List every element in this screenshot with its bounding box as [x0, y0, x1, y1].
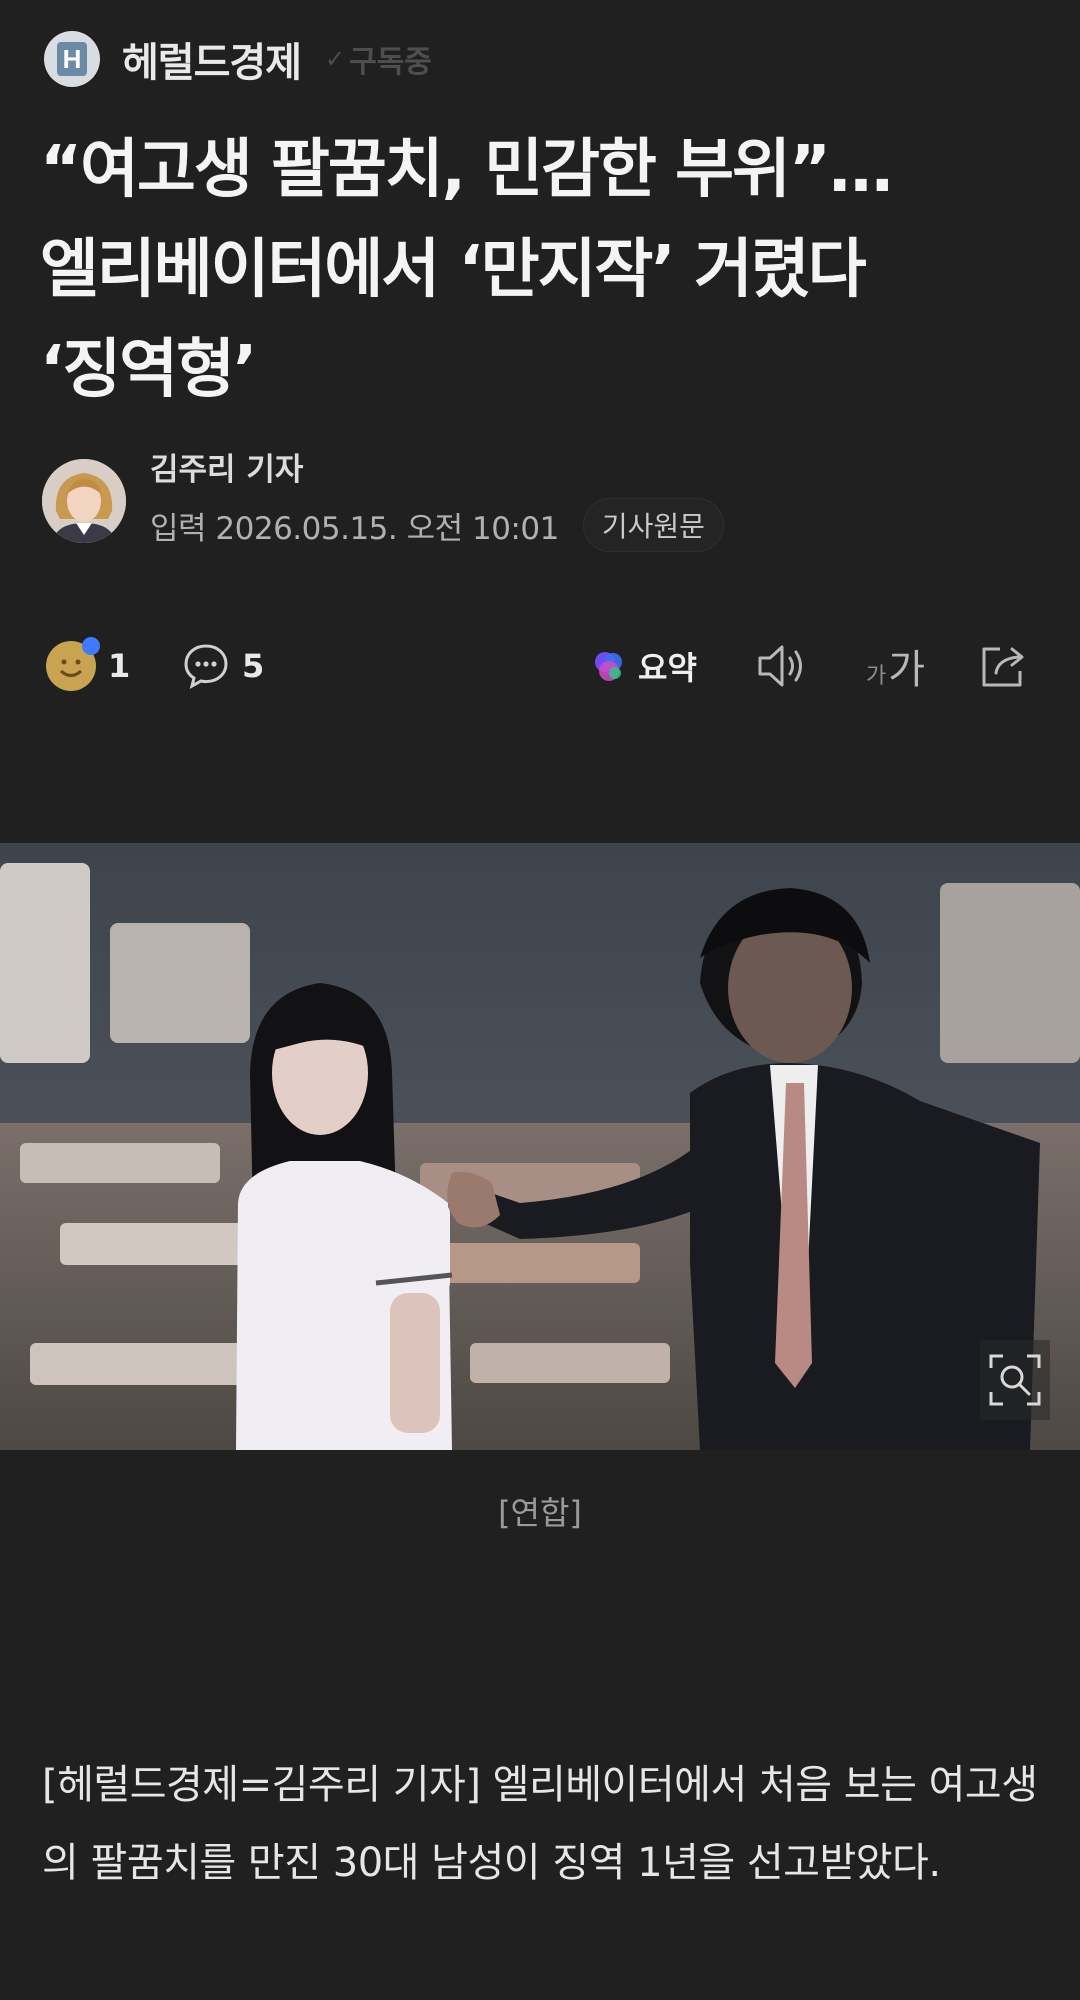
article-action-bar: 1 5 요약 가가 — [46, 636, 1036, 696]
comment-count: 5 — [242, 647, 265, 685]
headline-line: “여고생 팔꿈치, 민감한 부위”… — [40, 133, 893, 207]
article-page: H 헤럴드경제 ✓ 구독중 “여고생 팔꿈치, 민감한 부위”… 엘리베이터에서… — [0, 0, 1080, 2000]
subscription-label: 구독중 — [349, 45, 432, 80]
reaction-count: 1 — [108, 647, 131, 685]
font-large-glyph: 가 — [888, 647, 926, 693]
summary-label: 요약 — [638, 649, 697, 687]
article-image[interactable] — [0, 843, 1080, 1450]
author-block: 김주리 기자 입력 2026.05.15. 오전 10:01 기사원문 — [42, 450, 724, 552]
tts-button[interactable] — [756, 636, 810, 696]
summary-button[interactable]: 요약 — [592, 636, 697, 696]
subscription-status[interactable]: ✓ 구독중 — [325, 37, 432, 81]
publisher-logo-mark: H — [57, 42, 87, 76]
zoom-icon — [989, 1354, 1041, 1406]
headline-line: 엘리베이터에서 ‘만지작’ 거렸다 — [40, 233, 867, 307]
font-size-button[interactable]: 가가 — [866, 636, 925, 696]
publisher-header: H 헤럴드경제 ✓ 구독중 — [44, 30, 432, 88]
share-icon — [982, 647, 1024, 687]
article-headline: “여고생 팔꿈치, 민감한 부위”… 엘리베이터에서 ‘만지작’ 거렸다 ‘징역… — [40, 120, 1050, 420]
publisher-logo[interactable]: H — [44, 31, 100, 87]
speaker-icon — [758, 645, 802, 687]
share-button[interactable] — [978, 636, 1030, 696]
author-avatar[interactable] — [42, 459, 126, 543]
author-name[interactable]: 김주리 기자 — [150, 450, 724, 490]
comment-button[interactable]: 5 — [182, 636, 264, 696]
font-size-icon: 가가 — [866, 637, 925, 695]
smile-emoji-icon — [46, 637, 100, 691]
zoom-button[interactable] — [980, 1340, 1050, 1420]
headline-line: ‘징역형’ — [40, 333, 257, 407]
ai-summary-icon — [595, 652, 622, 681]
font-small-glyph: 가 — [866, 664, 887, 689]
comment-bubble-icon — [184, 644, 228, 689]
image-caption: [연합] — [498, 1494, 582, 1532]
article-body: [헤럴드경제=김주리 기자] 엘리베이터에서 처음 보는 여고생의 팔꿈치를 만… — [42, 1762, 1038, 1886]
publish-date: 입력 2026.05.15. 오전 10:01 — [150, 510, 559, 547]
check-icon: ✓ — [325, 45, 346, 73]
original-article-button[interactable]: 기사원문 — [582, 498, 724, 552]
reaction-button[interactable]: 1 — [46, 636, 130, 696]
publisher-name[interactable]: 헤럴드경제 — [122, 30, 302, 88]
